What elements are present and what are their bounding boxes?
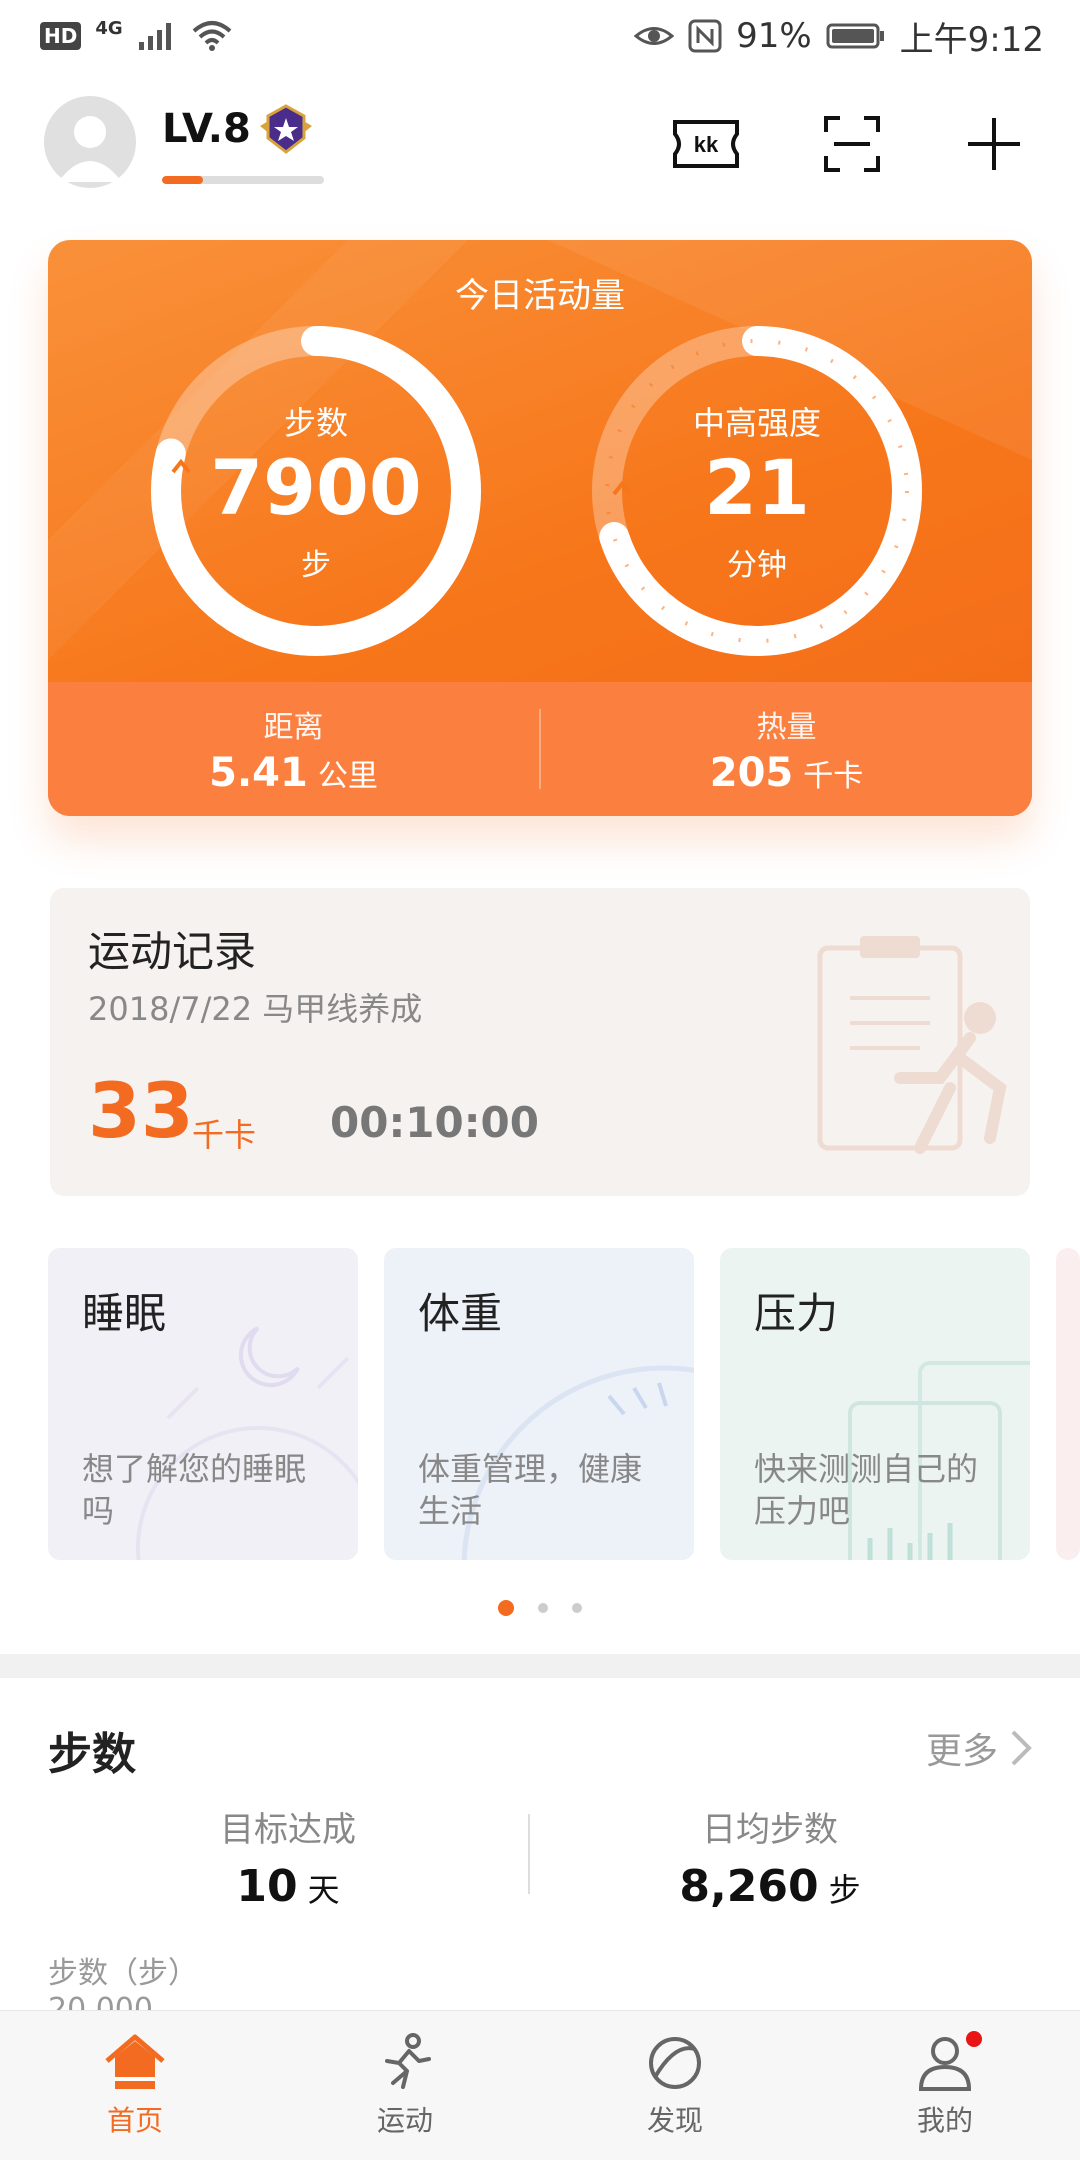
pager-dot[interactable]	[572, 1603, 582, 1613]
avg-unit: 步	[828, 1871, 861, 1909]
daily-average-stat[interactable]: 日均步数 8,260 步	[590, 1802, 950, 1912]
scan-icon	[824, 116, 880, 172]
sleep-card[interactable]: 睡眠 想了解您的睡眠吗	[48, 1248, 358, 1560]
sleep-card-desc: 想了解您的睡眠吗	[82, 1450, 307, 1530]
avg-label: 日均步数	[702, 1810, 838, 1850]
stats-divider	[528, 1814, 530, 1894]
svg-text:kk: kk	[694, 132, 719, 157]
stress-card-desc: 快来测测自己的压力吧	[754, 1450, 979, 1530]
record-subtitle: 2018/7/22 马甲线养成	[88, 990, 423, 1028]
eye-comfort-icon	[634, 27, 675, 45]
nav-discover-label: 发现	[646, 2104, 703, 2137]
battery-icon	[826, 23, 884, 49]
level-progress-bar	[162, 176, 324, 184]
goal-achieved-stat[interactable]: 目标达成 10 天	[108, 1802, 468, 1912]
activity-card[interactable]: 今日活动量 步数 7900 步 中高强度 21 分钟 距离 5.41 公里 热量…	[48, 240, 1032, 816]
notification-dot	[966, 2031, 982, 2047]
home-content[interactable]: 今日活动量 步数 7900 步 中高强度 21 分钟 距离 5.41 公里 热量…	[0, 232, 1080, 2016]
network-type: 4G	[95, 17, 123, 39]
steps-value: 7900	[210, 443, 422, 532]
steps-unit: 步	[301, 548, 331, 583]
bottom-navigation: 首页 运动 发现 我的	[0, 2010, 1080, 2160]
section-separator	[0, 1654, 1080, 1678]
goal-unit: 天	[307, 1871, 340, 1909]
weight-card-title: 体重	[418, 1289, 503, 1338]
intensity-label: 中高强度	[692, 404, 821, 442]
distance-label: 距离	[263, 710, 324, 745]
exercise-record-card[interactable]: 运动记录 2018/7/22 马甲线养成 33 千卡 00:10:00	[50, 888, 1030, 1196]
calories-unit: 千卡	[803, 759, 864, 794]
distance-stat[interactable]: 距离 5.41 公里	[48, 702, 539, 796]
pager-dot[interactable]	[538, 1603, 548, 1613]
scan-button[interactable]	[816, 112, 888, 176]
steps-ring[interactable]: 步数 7900 步	[151, 326, 481, 656]
goal-value: 10	[236, 1861, 298, 1912]
nav-exercise-label: 运动	[376, 2104, 433, 2137]
record-title: 运动记录	[88, 927, 257, 976]
health-cards-carousel[interactable]: 睡眠 想了解您的睡眠吗 体重 体重管理，健康生活 压力 快来测测自己的压力吧	[48, 1248, 1080, 1560]
weight-card-desc: 体重管理，健康生活	[418, 1450, 643, 1530]
hd-badge: HD	[40, 22, 82, 50]
calories-value: 205	[709, 750, 794, 796]
clock: 上午9:12	[899, 19, 1044, 60]
steps-axis-label: 步数（步）	[48, 1956, 198, 1991]
plus-icon	[968, 118, 1020, 170]
activity-summary: 距离 5.41 公里 热量 205 千卡	[48, 682, 1032, 816]
level-progress-fill	[162, 176, 203, 184]
avatar[interactable]	[44, 96, 136, 188]
status-bar: HD 4G 91% 上午9:12	[0, 0, 1080, 72]
nav-home[interactable]: 首页	[0, 2011, 270, 2160]
calories-label: 热量	[756, 710, 817, 745]
nfc-icon	[688, 19, 722, 53]
intensity-unit: 分钟	[727, 548, 787, 583]
intensity-ring[interactable]: 中高强度 21 分钟	[592, 326, 922, 656]
signal-icon	[138, 23, 171, 50]
ticket-icon: kk	[673, 120, 739, 168]
battery-percent: 91%	[736, 16, 812, 56]
record-duration: 00:10:00	[330, 1098, 539, 1147]
run-icon	[385, 2033, 431, 2089]
more-link[interactable]: 更多	[926, 1722, 1032, 1774]
level-text[interactable]: LV.8	[162, 106, 251, 152]
intensity-value: 21	[704, 443, 810, 532]
discover-icon	[649, 2037, 701, 2089]
sleep-card-title: 睡眠	[82, 1289, 167, 1338]
stress-card[interactable]: 压力 快来测测自己的压力吧	[720, 1248, 1030, 1560]
top-bar: LV.8 kk	[0, 72, 1080, 232]
clipboard-runner-icon	[817, 936, 1007, 1154]
steps-label: 步数	[283, 404, 348, 442]
next-card-peek[interactable]	[1056, 1248, 1080, 1560]
steps-section-title: 步数	[48, 1729, 136, 1780]
avatar-placeholder-icon	[58, 116, 122, 182]
kk-ticket-button[interactable]: kk	[670, 112, 742, 176]
nav-profile-label: 我的	[916, 2104, 973, 2137]
record-kcal-value: 33	[88, 1066, 194, 1155]
add-button[interactable]	[958, 112, 1030, 176]
avg-value: 8,260	[679, 1861, 819, 1912]
wifi-icon	[192, 21, 231, 51]
home-icon	[105, 2034, 165, 2089]
activity-title: 今日活动量	[455, 276, 625, 316]
nav-home-label: 首页	[106, 2104, 163, 2137]
stress-card-title: 压力	[754, 1289, 839, 1338]
goal-label: 目标达成	[220, 1810, 356, 1850]
chevron-right-icon	[1011, 1730, 1032, 1766]
pager-dot[interactable]	[498, 1600, 514, 1616]
carousel-pager	[0, 1600, 1080, 1616]
weight-card[interactable]: 体重 体重管理，健康生活	[384, 1248, 694, 1560]
record-kcal-unit: 千卡	[192, 1116, 257, 1154]
nav-exercise[interactable]: 运动	[270, 2011, 540, 2160]
calories-stat[interactable]: 热量 205 千卡	[541, 702, 1032, 796]
distance-value: 5.41	[209, 750, 308, 796]
distance-unit: 公里	[317, 759, 378, 794]
level-badge-icon	[260, 104, 312, 154]
more-label: 更多	[925, 1731, 998, 1772]
nav-profile[interactable]: 我的	[810, 2011, 1080, 2160]
nav-discover[interactable]: 发现	[540, 2011, 810, 2160]
